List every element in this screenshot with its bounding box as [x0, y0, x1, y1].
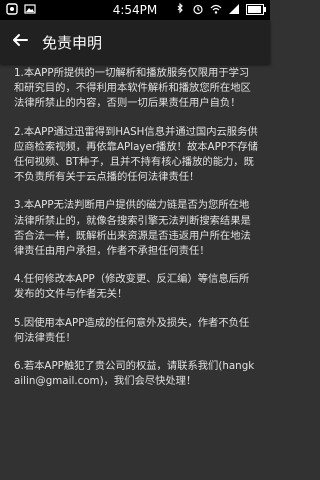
- disclaimer-paragraph-4: 4.任何修改本APP（修改变更、反汇编）等信息后所发布的文件与作者无关！: [14, 273, 250, 301]
- page-title: 免责申明: [42, 33, 103, 52]
- status-bar: 4:54PM: [0, 0, 270, 20]
- disclaimer-paragraph-6: 6.若本APP触犯了贵公司的权益，请联系我们(hangkailin@gmail.…: [14, 360, 255, 388]
- back-button[interactable]: [0, 20, 40, 64]
- wifi-icon: [210, 3, 222, 15]
- disclaimer-paragraph-3: 3.本APP无法判断用户提供的磁力链是否为您所在地法律所禁止的，就像各搜索引擎无…: [14, 199, 251, 258]
- bluetooth-icon: [174, 2, 186, 15]
- back-arrow-icon: [12, 32, 28, 52]
- disclaimer-paragraph-1: 1.本APP所提供的一切解析和播放服务仅限用于学习和研究目的，不得利用本软件解析…: [14, 67, 251, 110]
- status-right-icons: [174, 2, 266, 15]
- battery-icon: [246, 3, 266, 15]
- disclaimer-paragraph-2: 2.本APP通过迅雷得到HASH信息并通过国内云服务供应商检索视频，再依靠APl…: [14, 125, 258, 184]
- signal-icon: [228, 3, 240, 15]
- app-bar: 免责申明: [0, 20, 270, 64]
- disclaimer-content: 1.本APP所提供的一切解析和播放服务仅限用于学习和研究目的，不得利用本软件解析…: [14, 66, 258, 402]
- disclaimer-paragraph-5: 5.因使用本APP造成的任何意外及损失，作者不负任何法律责任！: [14, 316, 250, 344]
- alarm-icon: [192, 3, 204, 15]
